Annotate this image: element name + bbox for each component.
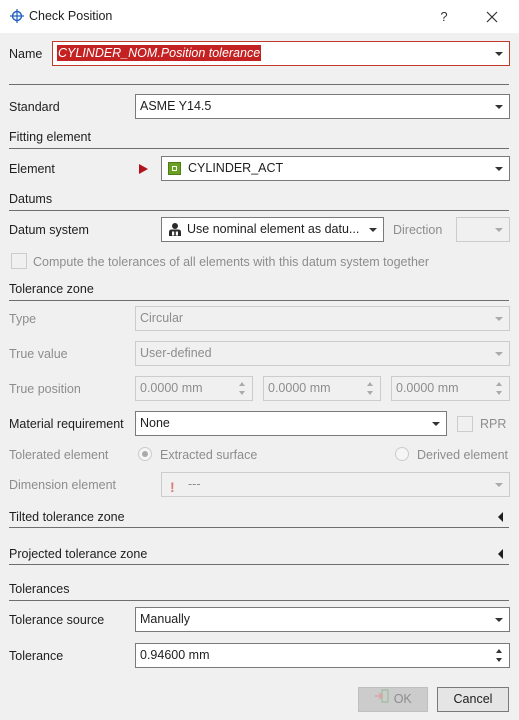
- name-input[interactable]: CYLINDER_NOM.Position tolerance: [52, 41, 510, 66]
- tolerance-source-select[interactable]: Manually: [135, 607, 510, 632]
- true-value-label: True value: [9, 347, 68, 361]
- user-icon: [168, 222, 182, 237]
- selection-marker-icon: [139, 164, 148, 174]
- chevron-down-icon: [494, 95, 504, 118]
- spin-arrows-icon[interactable]: [238, 379, 248, 399]
- standard-value: ASME Y14.5: [140, 99, 212, 113]
- standard-select[interactable]: ASME Y14.5: [135, 94, 510, 119]
- true-position-x-input[interactable]: 0.0000 mm: [135, 376, 253, 401]
- tolerances-section: Tolerances: [9, 582, 70, 596]
- divider: [9, 300, 509, 301]
- dimension-element-value: ---: [188, 477, 201, 491]
- cancel-button[interactable]: Cancel: [437, 687, 509, 712]
- chevron-down-icon: [494, 608, 504, 631]
- true-value-select[interactable]: User-defined: [135, 341, 510, 366]
- accept-icon: [374, 688, 390, 711]
- true-value-value: User-defined: [140, 346, 212, 360]
- spin-arrows-icon[interactable]: [366, 379, 376, 399]
- extracted-surface-radio[interactable]: [138, 447, 152, 461]
- type-label: Type: [9, 312, 37, 326]
- title-bar: Check Position ?: [0, 0, 519, 33]
- name-label: Name: [9, 47, 43, 61]
- rpr-label: RPR: [480, 417, 507, 431]
- extracted-surface-label: Extracted surface: [160, 448, 258, 462]
- datum-system-select[interactable]: Use nominal element as datu...: [161, 217, 384, 242]
- compute-together-label: Compute the tolerances of all elements w…: [33, 255, 430, 269]
- tolerance-value: 0.94600 mm: [140, 648, 210, 662]
- direction-select[interactable]: [456, 217, 510, 242]
- tolerance-source-value: Manually: [140, 612, 191, 626]
- tolerance-input[interactable]: 0.94600 mm: [135, 643, 510, 668]
- divider: [9, 600, 509, 601]
- element-label: Element: [9, 162, 55, 176]
- divider: [9, 564, 509, 565]
- ok-label: OK: [393, 692, 412, 706]
- true-position-z-input[interactable]: 0.0000 mm: [391, 376, 510, 401]
- name-value: CYLINDER_NOM.Position tolerance: [57, 45, 262, 61]
- material-requirement-select[interactable]: None: [135, 411, 447, 436]
- divider: [9, 210, 509, 211]
- warning-icon: !: [170, 479, 175, 495]
- type-value: Circular: [140, 311, 184, 325]
- material-requirement-label: Material requirement: [9, 417, 124, 431]
- derived-element-radio[interactable]: [395, 447, 409, 461]
- cylinder-element-icon: [168, 162, 181, 175]
- toleranced-element-label: Tolerated element: [9, 448, 109, 462]
- chevron-down-icon: [368, 218, 378, 241]
- standard-label: Standard: [9, 100, 60, 114]
- direction-label: Direction: [393, 223, 443, 237]
- chevron-down-icon: [494, 218, 504, 241]
- true-position-y-value: 0.0000 mm: [268, 381, 331, 395]
- expand-arrow-icon[interactable]: [498, 512, 503, 522]
- chevron-down-icon: [494, 307, 504, 330]
- datum-system-label: Datum system: [9, 223, 89, 237]
- chevron-down-icon: [431, 412, 441, 435]
- divider: [9, 527, 509, 528]
- spin-arrows-icon[interactable]: [495, 646, 505, 666]
- spin-arrows-icon[interactable]: [495, 379, 505, 399]
- close-button[interactable]: [478, 6, 506, 28]
- chevron-down-icon: [494, 342, 504, 365]
- true-position-y-input[interactable]: 0.0000 mm: [263, 376, 381, 401]
- chevron-down-icon: [494, 42, 504, 65]
- window-title: Check Position: [29, 9, 113, 23]
- chevron-down-icon: [494, 157, 504, 180]
- fitting-element-section: Fitting element: [9, 130, 91, 144]
- ok-button[interactable]: OK: [358, 687, 428, 712]
- divider: [9, 148, 509, 149]
- tolerance-zone-section: Tolerance zone: [9, 282, 94, 296]
- material-requirement-value: None: [140, 416, 170, 430]
- true-position-x-value: 0.0000 mm: [140, 381, 203, 395]
- compute-together-checkbox[interactable]: [11, 253, 27, 269]
- datum-system-value: Use nominal element as datu...: [187, 222, 360, 236]
- tolerance-source-label: Tolerance source: [9, 613, 105, 627]
- chevron-down-icon: [494, 473, 504, 496]
- datums-section: Datums: [9, 192, 53, 206]
- crosshair-icon: [9, 8, 25, 24]
- rpr-checkbox[interactable]: [457, 416, 473, 432]
- expand-arrow-icon[interactable]: [498, 549, 503, 559]
- true-position-z-value: 0.0000 mm: [396, 381, 459, 395]
- true-position-label: True position: [9, 382, 81, 396]
- dimension-element-select[interactable]: ! ---: [161, 472, 510, 497]
- close-icon: [486, 11, 498, 23]
- help-button[interactable]: ?: [430, 6, 458, 28]
- tilted-zone-section[interactable]: Tilted tolerance zone: [9, 510, 125, 524]
- tolerance-label: Tolerance: [9, 649, 64, 663]
- element-select[interactable]: CYLINDER_ACT: [161, 156, 510, 181]
- dimension-element-label: Dimension element: [9, 478, 116, 492]
- projected-zone-section[interactable]: Projected tolerance zone: [9, 547, 147, 561]
- element-value: CYLINDER_ACT: [188, 161, 284, 175]
- type-select[interactable]: Circular: [135, 306, 510, 331]
- divider: [9, 84, 509, 85]
- derived-element-label: Derived element: [417, 448, 509, 462]
